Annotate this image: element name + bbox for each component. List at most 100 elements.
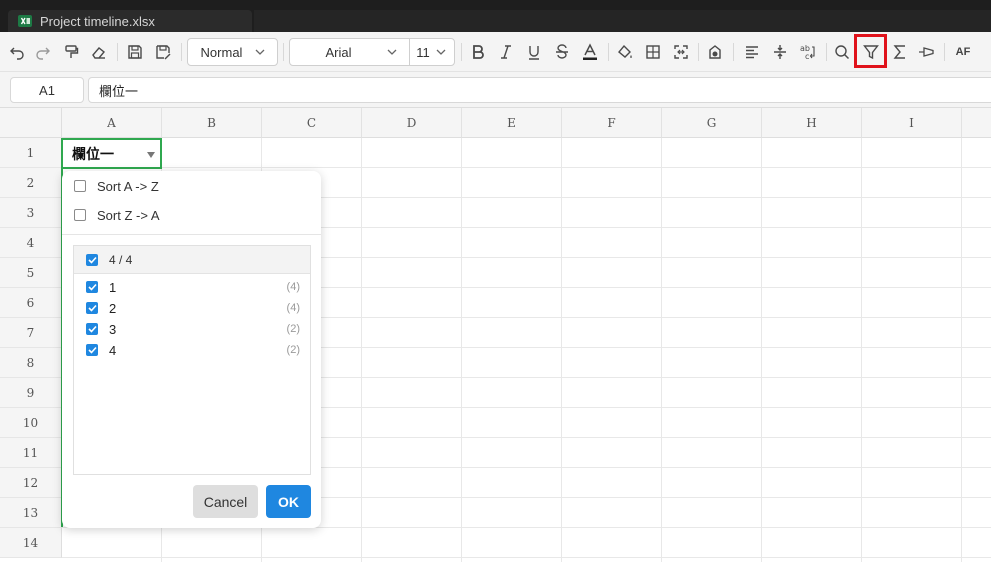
italic-button[interactable] bbox=[495, 38, 517, 66]
cancel-button[interactable]: Cancel bbox=[193, 485, 258, 518]
vertical-align-button[interactable] bbox=[769, 38, 791, 66]
sort-asc-checkbox[interactable] bbox=[74, 180, 86, 192]
select-all-label: 4 / 4 bbox=[109, 252, 133, 267]
checkmark-icon bbox=[87, 325, 97, 333]
row-header[interactable]: 5 bbox=[0, 258, 62, 288]
row-header[interactable]: 13 bbox=[0, 498, 62, 528]
filter-value-item[interactable]: 4 (2) bbox=[86, 340, 300, 360]
wrap-text-button[interactable]: ab c bbox=[796, 38, 820, 66]
file-tab[interactable]: Project timeline.xlsx bbox=[8, 10, 252, 32]
sort-asc-option[interactable]: Sort A -> Z bbox=[74, 175, 159, 197]
column-header[interactable]: D bbox=[362, 108, 462, 138]
toolbar-separator bbox=[733, 43, 734, 61]
filter-value-label: 1 bbox=[109, 279, 117, 295]
column-header[interactable]: B bbox=[162, 108, 262, 138]
cell-style-select[interactable]: Normal bbox=[187, 38, 278, 66]
font-family-value: Arial bbox=[325, 44, 352, 60]
row-header[interactable]: 2 bbox=[0, 168, 62, 198]
checkmark-icon bbox=[87, 346, 97, 354]
checkmark-icon bbox=[87, 256, 97, 264]
row-header[interactable]: 11 bbox=[0, 438, 62, 468]
filter-dropdown: Sort A -> Z Sort Z -> A 4 / 4 1 (4) 2 (4) 3 (… bbox=[62, 171, 321, 528]
filter-value-item[interactable]: 2 (4) bbox=[86, 298, 300, 318]
font-family-select[interactable]: Arial bbox=[289, 38, 410, 66]
sum-button[interactable] bbox=[889, 38, 911, 66]
filter-value-checkbox[interactable] bbox=[86, 281, 98, 293]
select-all-corner[interactable] bbox=[0, 108, 62, 138]
filter-value-item[interactable]: 1 (4) bbox=[86, 277, 300, 297]
clear-format-button[interactable] bbox=[88, 38, 110, 66]
autofilter-button[interactable]: AF bbox=[950, 38, 976, 66]
strikethrough-button[interactable] bbox=[551, 38, 573, 66]
vertical-align-icon bbox=[774, 45, 786, 59]
save-button[interactable] bbox=[124, 38, 146, 66]
merge-cells-icon bbox=[674, 45, 688, 59]
save-as-icon bbox=[156, 45, 171, 60]
select-all-row[interactable]: 4 / 4 bbox=[74, 246, 310, 274]
row-header[interactable]: 4 bbox=[0, 228, 62, 258]
sort-desc-option[interactable]: Sort Z -> A bbox=[74, 204, 160, 226]
column-header[interactable] bbox=[962, 108, 991, 138]
checkmark-icon bbox=[87, 283, 97, 291]
sort-desc-checkbox[interactable] bbox=[74, 209, 86, 221]
column-header[interactable]: F bbox=[562, 108, 662, 138]
checkmark-icon bbox=[87, 304, 97, 312]
cell-style-value: Normal bbox=[200, 44, 243, 60]
select-all-checkbox[interactable] bbox=[86, 253, 98, 266]
ok-button[interactable]: OK bbox=[266, 485, 311, 518]
formula-input[interactable]: 欄位一 bbox=[88, 77, 991, 103]
column-header[interactable]: G bbox=[662, 108, 762, 138]
chevron-down-icon bbox=[436, 49, 450, 55]
underline-button[interactable] bbox=[523, 38, 545, 66]
font-color-icon bbox=[583, 43, 597, 60]
filter-value-checkbox[interactable] bbox=[86, 344, 98, 356]
row-header[interactable]: 12 bbox=[0, 468, 62, 498]
filter-dropdown-arrow-icon[interactable] bbox=[147, 152, 155, 158]
filter-value-item[interactable]: 3 (2) bbox=[86, 319, 300, 339]
conditional-format-button[interactable] bbox=[704, 38, 726, 66]
column-header[interactable]: I bbox=[862, 108, 962, 138]
column-header[interactable]: H bbox=[762, 108, 862, 138]
name-box[interactable]: A1 bbox=[10, 77, 84, 103]
align-button[interactable] bbox=[741, 38, 763, 66]
undo-button[interactable] bbox=[6, 38, 28, 66]
row-header[interactable]: 10 bbox=[0, 408, 62, 438]
column-header[interactable]: A bbox=[62, 108, 162, 138]
formula-bar: A1 欄位一 bbox=[0, 72, 991, 108]
filter-value-checkbox[interactable] bbox=[86, 323, 98, 335]
row-header[interactable]: 8 bbox=[0, 348, 62, 378]
fill-color-button[interactable] bbox=[614, 38, 636, 66]
freeze-button[interactable] bbox=[915, 38, 939, 66]
search-button[interactable] bbox=[831, 38, 853, 66]
row-header[interactable]: 3 bbox=[0, 198, 62, 228]
grid-line bbox=[961, 138, 962, 562]
font-color-button[interactable] bbox=[578, 38, 602, 66]
font-size-select[interactable]: 11 bbox=[409, 38, 455, 66]
bold-icon bbox=[473, 45, 484, 59]
row-header[interactable]: 9 bbox=[0, 378, 62, 408]
undo-icon bbox=[10, 47, 24, 60]
format-painter-button[interactable] bbox=[60, 38, 82, 66]
filter-value-checkbox[interactable] bbox=[86, 302, 98, 314]
underline-icon bbox=[529, 46, 539, 60]
toolbar: Normal Arial 11 ab c AF bbox=[0, 32, 991, 72]
bold-button[interactable] bbox=[467, 38, 489, 66]
redo-icon bbox=[36, 47, 50, 60]
eraser-icon bbox=[92, 47, 105, 59]
grid-line bbox=[461, 138, 462, 562]
column-header[interactable]: C bbox=[262, 108, 362, 138]
column-header[interactable]: E bbox=[462, 108, 562, 138]
merge-cells-button[interactable] bbox=[670, 38, 692, 66]
row-header[interactable]: 7 bbox=[0, 318, 62, 348]
redo-button[interactable] bbox=[32, 38, 54, 66]
wrap-text-icon: abc bbox=[800, 44, 815, 61]
filter-value-count: (2) bbox=[286, 344, 300, 356]
filter-values-list[interactable]: 4 / 4 1 (4) 2 (4) 3 (2) 4 (2) bbox=[73, 245, 311, 475]
save-as-button[interactable] bbox=[152, 38, 174, 66]
row-header[interactable]: 1 bbox=[0, 138, 62, 168]
search-icon bbox=[835, 45, 850, 60]
filter-value-count: (2) bbox=[286, 323, 300, 335]
row-header[interactable]: 14 bbox=[0, 528, 62, 558]
row-header[interactable]: 6 bbox=[0, 288, 62, 318]
borders-button[interactable] bbox=[642, 38, 664, 66]
